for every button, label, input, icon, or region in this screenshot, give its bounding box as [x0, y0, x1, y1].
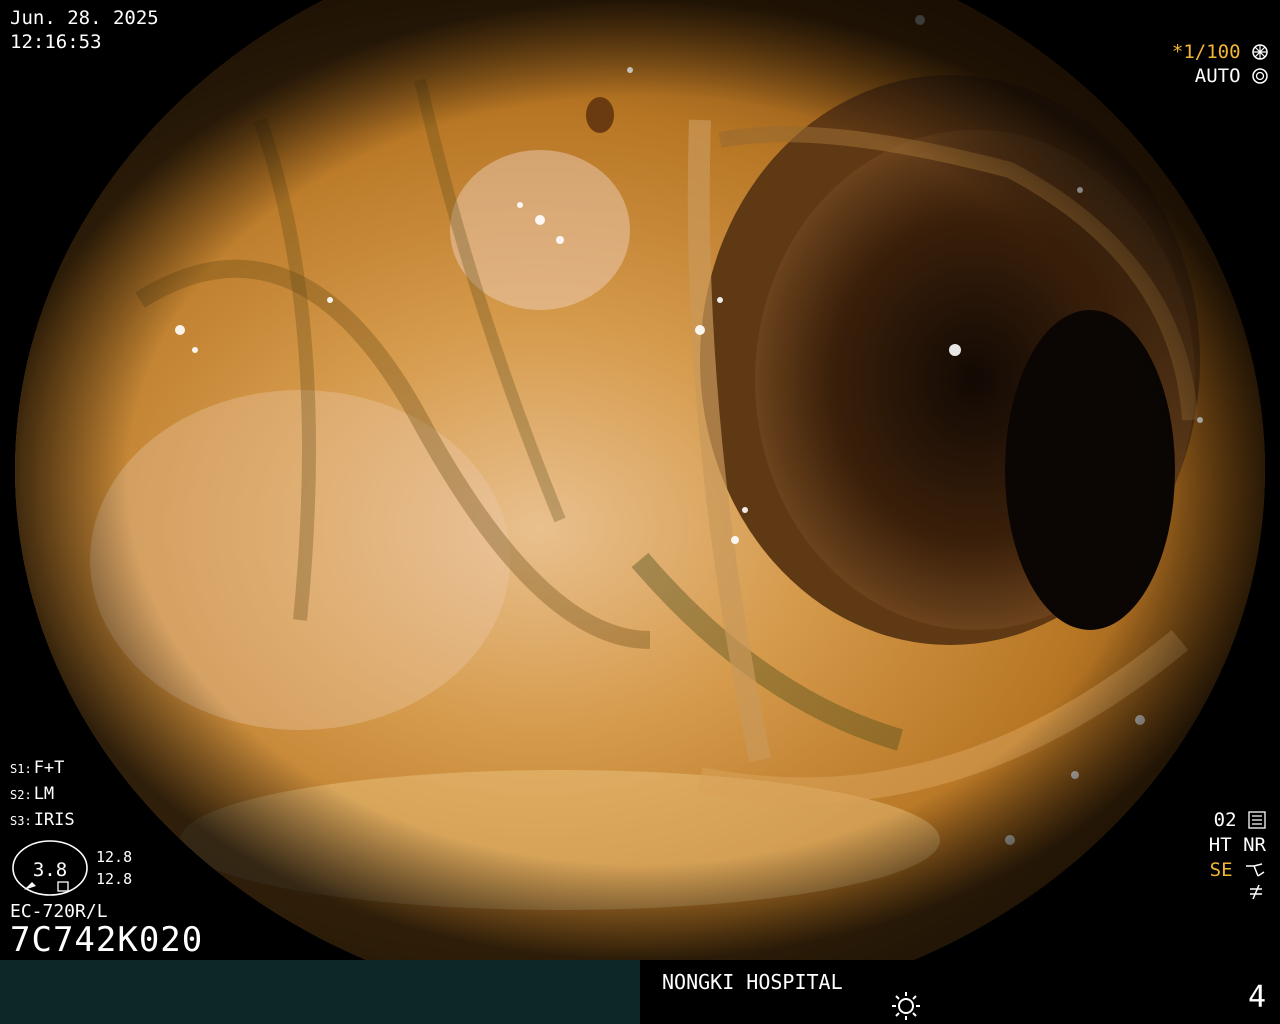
- processing-settings: 02 HT NR SE: [1209, 808, 1266, 908]
- gauge-value: 3.8: [33, 859, 67, 881]
- mode-label: AUTO: [1194, 65, 1241, 87]
- gauge-readout-a: 12.8: [96, 848, 133, 866]
- shutter-label: *1/100: [1171, 41, 1241, 63]
- page-number: 4: [1247, 980, 1266, 1015]
- iris-icon: [1252, 68, 1268, 84]
- se-setting: SE: [1209, 858, 1266, 883]
- switch-settings: S1: F+T S2: LM S3: IRIS: [10, 756, 75, 834]
- ht-nr-label: HT NR: [1208, 834, 1266, 856]
- zoom-gauge-icon: 3.8: [12, 840, 88, 896]
- hospital-name: NONGKI HOSPITAL: [662, 970, 843, 994]
- endoscopy-view: [0, 0, 1280, 960]
- footer-left-bar: [0, 960, 640, 1024]
- date-label: Jun. 28. 2025: [10, 7, 159, 29]
- freeze-icon: [1250, 884, 1262, 900]
- setting-s3: S3: IRIS: [10, 810, 75, 830]
- time-label: 12:16:53: [10, 31, 102, 53]
- shutter-icon: [1252, 44, 1268, 60]
- sun-icon: [892, 992, 920, 1020]
- o2-setting: 02: [1209, 808, 1266, 833]
- enhance-icon: [1246, 863, 1265, 877]
- menu-icon: [1248, 811, 1266, 829]
- scope-serial: 7C742K020: [10, 920, 204, 960]
- setting-s2: S2: LM: [10, 784, 55, 804]
- setting-s1: S1: F+T: [10, 758, 65, 778]
- shutter-speed: *1/100: [1172, 40, 1268, 64]
- freeze-row: [1209, 883, 1266, 908]
- gauge-readout-b: 12.8: [96, 870, 133, 888]
- gauge-readouts: 12.8 12.8: [96, 846, 132, 890]
- timestamp: Jun. 28. 2025 12:16:53: [10, 6, 159, 54]
- auto-mode: AUTO: [1172, 64, 1268, 88]
- exposure-info: *1/100 AUTO: [1172, 40, 1268, 88]
